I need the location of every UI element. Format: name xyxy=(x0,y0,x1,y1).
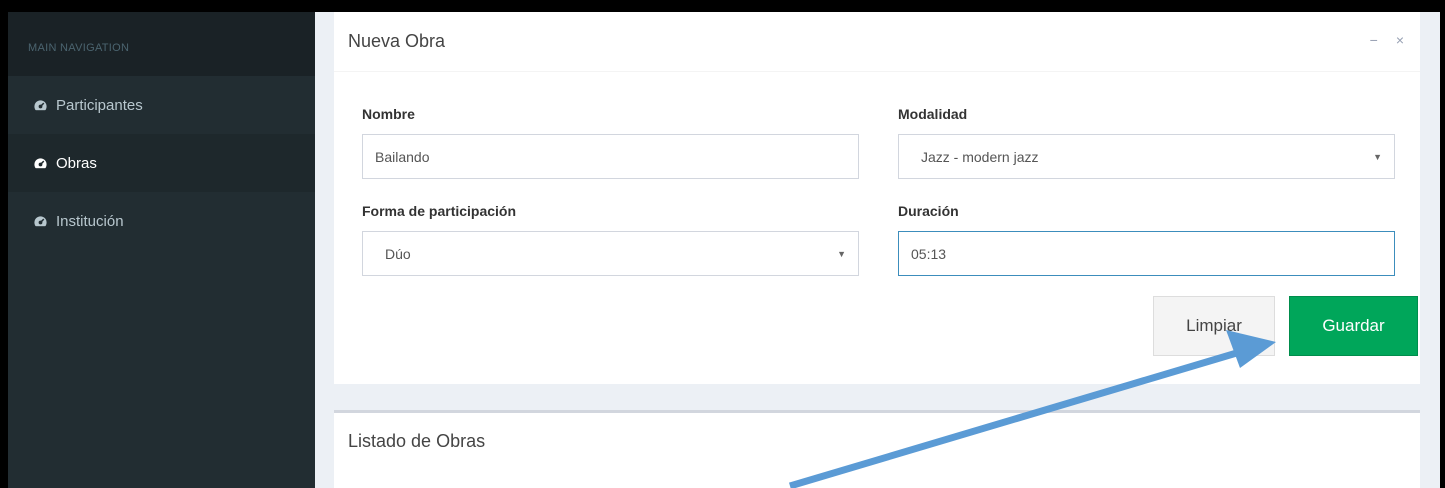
app-frame: MAIN NAVIGATION Participantes Obras Inst… xyxy=(8,12,1440,488)
limpiar-button[interactable]: Limpiar xyxy=(1153,296,1275,356)
sidebar-item-institucion[interactable]: Institución xyxy=(8,192,315,250)
listado-obras-box: Listado de Obras xyxy=(334,410,1420,488)
modalidad-select[interactable]: Jazz - modern jazz ▼ xyxy=(898,134,1395,179)
sidebar-item-label: Obras xyxy=(56,154,97,172)
minimize-icon[interactable]: − xyxy=(1370,32,1378,48)
sidebar-item-label: Participantes xyxy=(56,96,143,114)
chevron-down-icon: ▼ xyxy=(1373,152,1382,162)
sidebar-header: MAIN NAVIGATION xyxy=(8,12,315,76)
box-tools: − × xyxy=(1370,32,1404,48)
box-title: Nueva Obra xyxy=(348,31,446,51)
duracion-label: Duración xyxy=(898,203,959,219)
sidebar-item-obras[interactable]: Obras xyxy=(8,134,315,192)
modalidad-value: Jazz - modern jazz xyxy=(921,148,1039,165)
chevron-down-icon: ▼ xyxy=(837,249,846,259)
duracion-value: 05:13 xyxy=(911,245,947,262)
box-title: Listado de Obras xyxy=(348,431,486,451)
forma-label: Forma de participación xyxy=(362,203,517,219)
duracion-input[interactable]: 05:13 xyxy=(898,231,1395,276)
dashboard-icon xyxy=(32,155,48,171)
nueva-obra-box: Nueva Obra − × Nombre Bailando Modalidad… xyxy=(334,12,1420,384)
forma-select[interactable]: Dúo ▼ xyxy=(362,231,859,276)
sidebar-item-label: Institución xyxy=(56,212,124,230)
sidebar-item-participantes[interactable]: Participantes xyxy=(8,76,315,134)
dashboard-icon xyxy=(32,97,48,113)
modalidad-label: Modalidad xyxy=(898,106,968,122)
nombre-value: Bailando xyxy=(375,148,430,165)
forma-value: Dúo xyxy=(385,245,411,262)
close-icon[interactable]: × xyxy=(1396,32,1404,48)
guardar-button[interactable]: Guardar xyxy=(1289,296,1418,356)
box-header: Nueva Obra − × xyxy=(334,12,1420,72)
nombre-label: Nombre xyxy=(362,106,415,122)
sidebar: MAIN NAVIGATION Participantes Obras Inst… xyxy=(8,12,315,488)
dashboard-icon xyxy=(32,213,48,229)
nombre-input[interactable]: Bailando xyxy=(362,134,859,179)
